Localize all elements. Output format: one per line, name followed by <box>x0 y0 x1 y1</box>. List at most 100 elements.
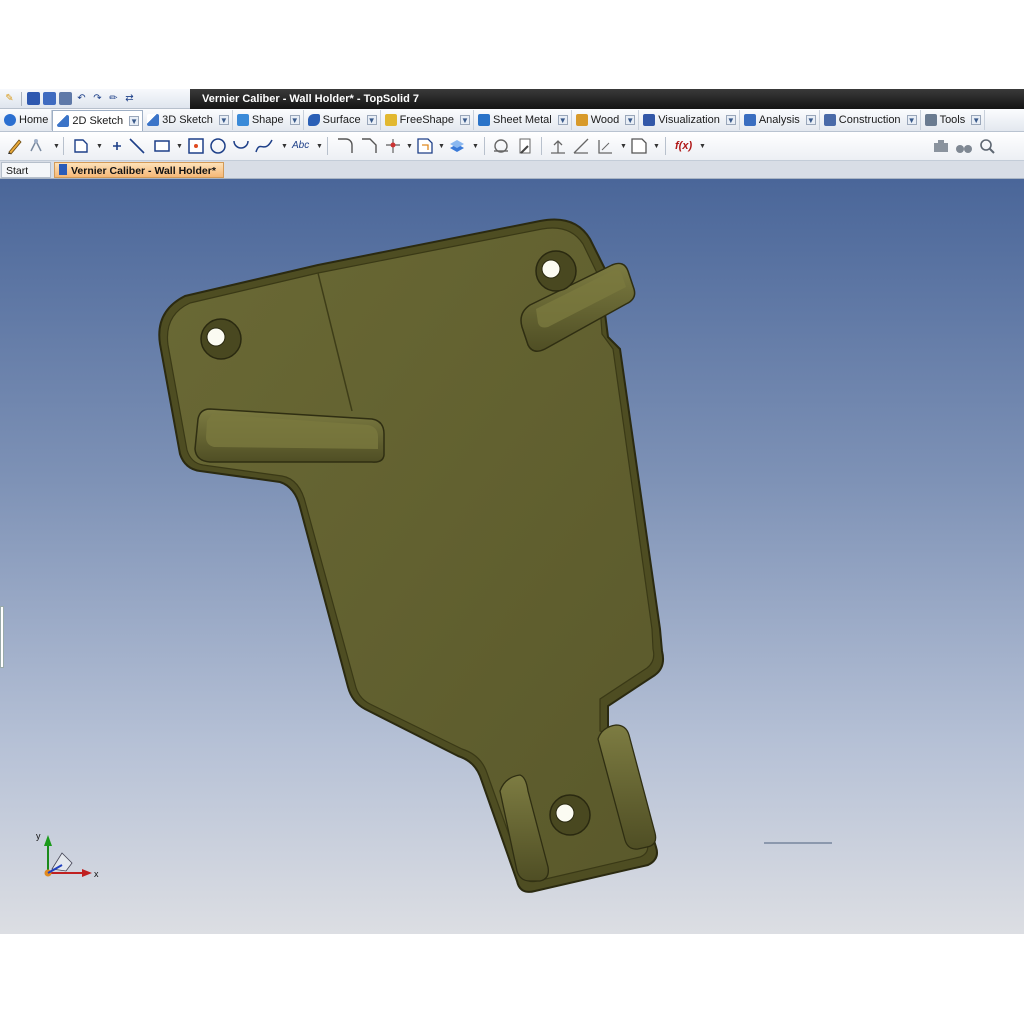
quick-access-toolbar: ✎ ↶ ↷ ✏ ⇄ <box>0 89 190 109</box>
3d-viewport[interactable]: y x <box>0 179 1024 934</box>
save-icon[interactable] <box>27 92 40 105</box>
qat-separator <box>21 91 22 106</box>
rectangle-icon[interactable] <box>153 137 171 155</box>
dropdown-arrow-icon[interactable]: ▼ <box>176 143 183 150</box>
edit-sketch-icon[interactable] <box>6 137 24 155</box>
spline-icon[interactable] <box>255 137 273 155</box>
tab-label: 2D Sketch <box>72 114 124 127</box>
text-tool[interactable]: Abc <box>292 137 316 155</box>
sketch-profile-icon[interactable] <box>72 137 90 155</box>
tab-surface[interactable]: Surface ▼ <box>304 110 381 130</box>
toolbar-separator <box>63 137 64 155</box>
window-title: Vernier Caliber - Wall Holder* - TopSoli… <box>190 89 1024 109</box>
text-tool-label: Abc <box>292 140 310 151</box>
sheet-metal-icon <box>478 114 491 126</box>
home-icon <box>4 114 16 126</box>
document-tabs: Start Page Vernier Caliber - Wall Holder… <box>0 161 1024 193</box>
dropdown-arrow-icon[interactable]: ▼ <box>699 143 706 150</box>
tab-dropdown-icon[interactable]: ▼ <box>460 115 471 125</box>
tab-construction[interactable]: Construction ▼ <box>820 110 921 130</box>
tab-dropdown-icon[interactable]: ▼ <box>625 115 636 125</box>
tab-dropdown-icon[interactable]: ▼ <box>218 115 229 125</box>
rectangle-center-icon[interactable] <box>187 137 205 155</box>
redo-icon[interactable]: ↷ <box>91 92 104 105</box>
refresh-icon[interactable]: ⇄ <box>123 92 136 105</box>
pen-icon[interactable]: ✏ <box>107 92 120 105</box>
document-icon <box>59 164 67 175</box>
binoculars-icon[interactable] <box>955 137 973 155</box>
angle-dimension-icon[interactable] <box>572 137 590 155</box>
tab-label: Analysis <box>758 114 800 126</box>
dropdown-arrow-icon[interactable]: ▼ <box>438 143 445 150</box>
tab-visualization[interactable]: Visualization ▼ <box>639 110 740 130</box>
line-icon[interactable] <box>128 137 146 155</box>
dropdown-arrow-icon[interactable]: ▼ <box>53 143 60 150</box>
constraint-icon[interactable] <box>27 137 45 155</box>
wood-icon <box>575 114 588 126</box>
3d-sketch-icon <box>147 114 160 126</box>
tab-dropdown-icon[interactable]: ▼ <box>906 115 917 125</box>
measure-icon[interactable] <box>492 137 510 155</box>
dropdown-arrow-icon[interactable]: ▼ <box>281 143 288 150</box>
function-tool[interactable]: f(x) <box>675 137 699 155</box>
offset-icon[interactable] <box>416 137 434 155</box>
tab-2d-sketch[interactable]: 2D Sketch ▼ <box>52 109 144 131</box>
dropdown-arrow-icon[interactable]: ▼ <box>620 143 627 150</box>
radius-dimension-icon[interactable] <box>596 137 614 155</box>
tab-start-page[interactable]: Start Page <box>1 162 51 193</box>
point-icon[interactable] <box>108 137 126 155</box>
tab-dropdown-icon[interactable]: ▼ <box>971 115 982 125</box>
tab-wood[interactable]: Wood ▼ <box>572 110 640 130</box>
tab-label: Shape <box>251 114 284 126</box>
frame-icon[interactable] <box>630 137 648 155</box>
tab-dropdown-icon[interactable]: ▼ <box>725 115 736 125</box>
fillet-icon[interactable] <box>336 137 354 155</box>
2d-sketch-icon <box>57 114 70 127</box>
sketch-toolbar: ▼ ▼ ▼ ▼ Abc ▼ ▼ ▼ ▼ ▼ ▼ f(x) ▼ <box>0 132 1024 161</box>
zoom-icon[interactable] <box>978 137 996 155</box>
tab-dropdown-icon[interactable]: ▼ <box>805 115 816 125</box>
title-bar: ✎ ↶ ↷ ✏ ⇄ Vernier Caliber - Wall Holder*… <box>0 89 1024 109</box>
freeshape-icon <box>384 114 397 126</box>
dropdown-arrow-icon[interactable]: ▼ <box>316 143 323 150</box>
circle-icon[interactable] <box>209 137 227 155</box>
tab-dropdown-icon[interactable]: ▼ <box>366 115 377 125</box>
visualization-icon <box>643 114 656 126</box>
save-all-icon[interactable] <box>43 92 56 105</box>
axis-y-label: y <box>36 831 41 841</box>
tab-analysis[interactable]: Analysis ▼ <box>740 110 820 130</box>
viewport-side-handle[interactable] <box>0 606 4 668</box>
dimension-icon[interactable] <box>549 137 567 155</box>
app-menu-icon[interactable]: ✎ <box>3 92 16 105</box>
tab-dropdown-icon[interactable]: ▼ <box>557 115 568 125</box>
project-icon[interactable] <box>448 137 466 155</box>
tab-label: Sheet Metal <box>493 114 552 126</box>
dropdown-arrow-icon[interactable]: ▼ <box>653 143 660 150</box>
arc-icon[interactable] <box>232 137 250 155</box>
tab-sheet-metal[interactable]: Sheet Metal ▼ <box>474 110 572 130</box>
dropdown-arrow-icon[interactable]: ▼ <box>96 143 103 150</box>
tab-shape[interactable]: Shape ▼ <box>233 110 304 130</box>
dropdown-arrow-icon[interactable]: ▼ <box>406 143 413 150</box>
tab-tools[interactable]: Tools ▼ <box>921 110 986 130</box>
toolbar-separator <box>327 137 328 155</box>
toolbar-separator <box>665 137 666 155</box>
dropdown-arrow-icon[interactable]: ▼ <box>472 143 479 150</box>
surface-icon <box>307 114 320 126</box>
tab-home[interactable]: Home <box>0 110 53 130</box>
tab-dropdown-icon[interactable]: ▼ <box>129 115 140 126</box>
undo-icon[interactable]: ↶ <box>75 92 88 105</box>
tab-label: Construction <box>838 114 901 126</box>
inspect-icon[interactable] <box>516 137 534 155</box>
camera-icon[interactable] <box>932 137 950 155</box>
print-icon[interactable] <box>59 92 72 105</box>
toolbar-separator <box>484 137 485 155</box>
status-divider <box>764 842 832 844</box>
tab-document[interactable]: Vernier Caliber - Wall Holder* <box>54 162 224 178</box>
function-tool-label: f(x) <box>675 140 693 152</box>
tab-dropdown-icon[interactable]: ▼ <box>289 115 300 125</box>
tab-3d-sketch[interactable]: 3D Sketch ▼ <box>143 110 233 130</box>
tab-freeshape[interactable]: FreeShape ▼ <box>381 110 475 130</box>
trim-icon[interactable] <box>384 137 402 155</box>
chamfer-icon[interactable] <box>360 137 378 155</box>
